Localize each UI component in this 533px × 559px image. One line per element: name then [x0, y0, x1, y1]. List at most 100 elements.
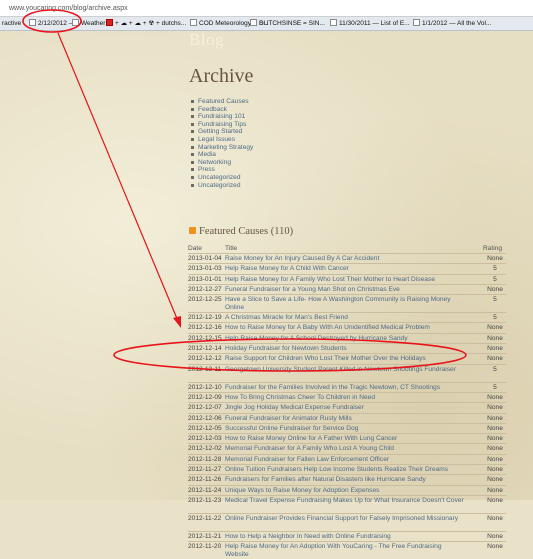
- featured-causes-table: 2013-01-04 Raise Money for An Injury Caus…: [188, 253, 506, 559]
- row-title-link[interactable]: How to Raise Money for A Baby With An Un…: [225, 324, 465, 331]
- row-title-link[interactable]: How to Help a Neighbor In Need with Onli…: [225, 533, 465, 540]
- table-row: 2013-01-01 Help Raise Money for A Family …: [188, 273, 506, 284]
- category-link[interactable]: Legal Issues: [190, 136, 253, 144]
- row-date: 2012-12-10: [188, 383, 222, 391]
- row-rating: None: [487, 255, 503, 262]
- table-row: 2012-12-02 Memorial Fundraiser for A Fami…: [188, 443, 506, 453]
- row-date: 2012-11-22: [188, 514, 222, 522]
- row-title-link[interactable]: Holiday Fundraiser for Newtown Students: [225, 345, 465, 352]
- category-link[interactable]: Media: [190, 151, 253, 159]
- row-title-link[interactable]: Help Raise Money for A Child With Cancer: [225, 265, 465, 272]
- table-row: 2012-11-24 Unique Ways to Raise Money for…: [188, 484, 506, 495]
- row-title-link[interactable]: Help Raise Money for A Family Who Lost T…: [225, 276, 465, 283]
- row-title-link[interactable]: How To Bring Christmas Cheer To Children…: [225, 394, 465, 401]
- category-link[interactable]: Press: [190, 166, 253, 174]
- category-list: Featured Causes Feedback Fundraising 101 Fu…: [190, 98, 253, 189]
- row-date: 2013-01-01: [188, 275, 222, 283]
- row-title-link[interactable]: Have a Slice to Save a Life- How A Washi…: [225, 296, 465, 311]
- category-link[interactable]: Feedback: [190, 106, 253, 114]
- category-link[interactable]: Networking: [190, 159, 253, 167]
- row-title-link[interactable]: Fundraiser for the Families Involved in …: [225, 384, 465, 391]
- table-row: 2012-12-15 Help Raise Money for A School …: [188, 332, 506, 343]
- bookmark-item[interactable]: 1/1/2012 — All the Vol...: [413, 17, 492, 30]
- row-rating: None: [487, 543, 503, 551]
- category-link[interactable]: Getting Started: [190, 128, 253, 136]
- table-row: 2012-12-03 How to Raise Money Online for …: [188, 433, 506, 443]
- table-row: 2012-12-07 Jingle Jog Holiday Medical Exp…: [188, 402, 506, 412]
- row-title-link[interactable]: Successful Online Fundraiser for Service…: [225, 425, 465, 432]
- address-bar[interactable]: www.youcaring.com/blog/archive.aspx: [0, 0, 533, 17]
- page-icon: [330, 19, 337, 26]
- category-link[interactable]: Marketing Strategy: [190, 144, 253, 152]
- page-icon: [413, 19, 420, 26]
- row-title-link[interactable]: A Christmas Miracle for Man's Best Frien…: [225, 314, 465, 321]
- row-title-link[interactable]: Unique Ways to Raise Money for Adoption …: [225, 487, 465, 494]
- row-rating: None: [487, 355, 503, 363]
- row-title-link[interactable]: Raise Support for Children Who Lost Thei…: [225, 355, 465, 362]
- url-text: www.youcaring.com/blog/archive.aspx: [9, 5, 128, 12]
- table-row: 2012-12-05 Successful Online Fundraiser f…: [188, 422, 506, 433]
- row-rating: None: [487, 496, 503, 504]
- table-row: 2012-11-27 Online Tuition Fundraisers Hel…: [188, 464, 506, 474]
- row-date: 2012-11-28: [188, 455, 222, 463]
- table-row: 2012-12-06 Funeral Fundraiser for Animato…: [188, 412, 506, 423]
- bookmark-label: 1/1/2012 — All the Vol...: [422, 20, 492, 27]
- category-link[interactable]: Fundraising 101: [190, 113, 253, 121]
- row-date: 2012-12-03: [188, 435, 222, 443]
- bookmark-label: ractive: [2, 20, 22, 27]
- row-title-link[interactable]: Online Fundraiser Provides Financial Sup…: [225, 515, 465, 522]
- table-row: 2012-12-11 Georgetown University Student …: [188, 363, 506, 382]
- row-title-link[interactable]: Memorial Fundraiser for Fallen Law Enfor…: [225, 456, 465, 463]
- page-icon: [250, 19, 257, 26]
- category-link[interactable]: Fundraising Tips: [190, 121, 253, 129]
- row-rating: None: [487, 486, 503, 494]
- bookmark-item[interactable]: + ☁ + ☁ + ☢ + dutchs...: [106, 17, 186, 30]
- row-title-link[interactable]: How to Raise Money Online for A Father W…: [225, 435, 465, 442]
- row-title-link[interactable]: Funeral Fundraiser for Animator Rusty Mi…: [225, 415, 465, 422]
- row-rating: 5: [493, 275, 497, 283]
- row-date: 2012-12-12: [188, 355, 222, 363]
- row-date: 2012-12-05: [188, 424, 222, 432]
- row-rating: 5: [493, 314, 497, 322]
- row-date: 2013-01-03: [188, 265, 222, 273]
- row-title-link[interactable]: Funeral Fundraiser for a Young Man Shot …: [225, 286, 465, 293]
- row-rating: 5: [493, 296, 497, 304]
- row-rating: None: [487, 393, 503, 401]
- category-link[interactable]: Featured Causes: [190, 98, 253, 106]
- row-date: 2012-12-16: [188, 324, 222, 332]
- row-date: 2012-11-21: [188, 532, 222, 540]
- weather-icon: [72, 19, 79, 26]
- row-date: 2013-01-04: [188, 255, 222, 262]
- page-title: Archive: [189, 65, 254, 87]
- row-title-link[interactable]: Medical Travel Expense Fundraising Makes…: [225, 497, 465, 504]
- row-rating: None: [487, 424, 503, 432]
- row-rating: 5: [493, 365, 497, 373]
- row-rating: 5: [493, 265, 497, 273]
- row-title-link[interactable]: Help Raise Money for An Adoption With Yo…: [225, 543, 465, 558]
- table-row: 2013-01-04 Raise Money for An Injury Caus…: [188, 253, 506, 263]
- table-row: 2012-12-16 How to Raise Money for A Baby …: [188, 322, 506, 332]
- youtube-icon: [106, 19, 113, 26]
- row-title-link[interactable]: Memorial Fundraiser for A Family Who Los…: [225, 445, 465, 452]
- row-date: 2012-12-15: [188, 334, 222, 342]
- row-date: 2012-11-20: [188, 543, 222, 551]
- row-title-link[interactable]: Fundraisers for Families after Natural D…: [225, 476, 465, 483]
- row-title-link[interactable]: Georgetown University Student Parent Kil…: [225, 366, 465, 373]
- row-title-link[interactable]: Jingle Jog Holiday Medical Expense Fundr…: [225, 404, 465, 411]
- row-rating: None: [487, 285, 503, 293]
- blog-title: Blog: [189, 30, 225, 49]
- bookmark-item[interactable]: 2/12/2012 —: [29, 17, 75, 30]
- category-link[interactable]: Uncategorized: [190, 174, 253, 182]
- bookmark-item[interactable]: DUTCHSINSE = SIN...: [250, 17, 325, 30]
- row-title-link[interactable]: Help Raise Money for A School Destroyed …: [225, 335, 465, 342]
- row-rating: None: [487, 404, 503, 412]
- row-rating: None: [487, 324, 503, 332]
- row-rating: 5: [493, 383, 497, 391]
- rss-icon[interactable]: [189, 227, 196, 234]
- row-title-link[interactable]: Online Tuition Fundraisers Help Low Inco…: [225, 466, 465, 473]
- row-date: 2012-11-27: [188, 466, 222, 474]
- category-link[interactable]: Uncategorized: [190, 182, 253, 190]
- bookmark-item[interactable]: ractive: [2, 17, 22, 30]
- bookmark-item[interactable]: 11/30/2011 — List of E...: [330, 17, 410, 30]
- row-title-link[interactable]: Raise Money for An Injury Caused By A Ca…: [225, 255, 465, 262]
